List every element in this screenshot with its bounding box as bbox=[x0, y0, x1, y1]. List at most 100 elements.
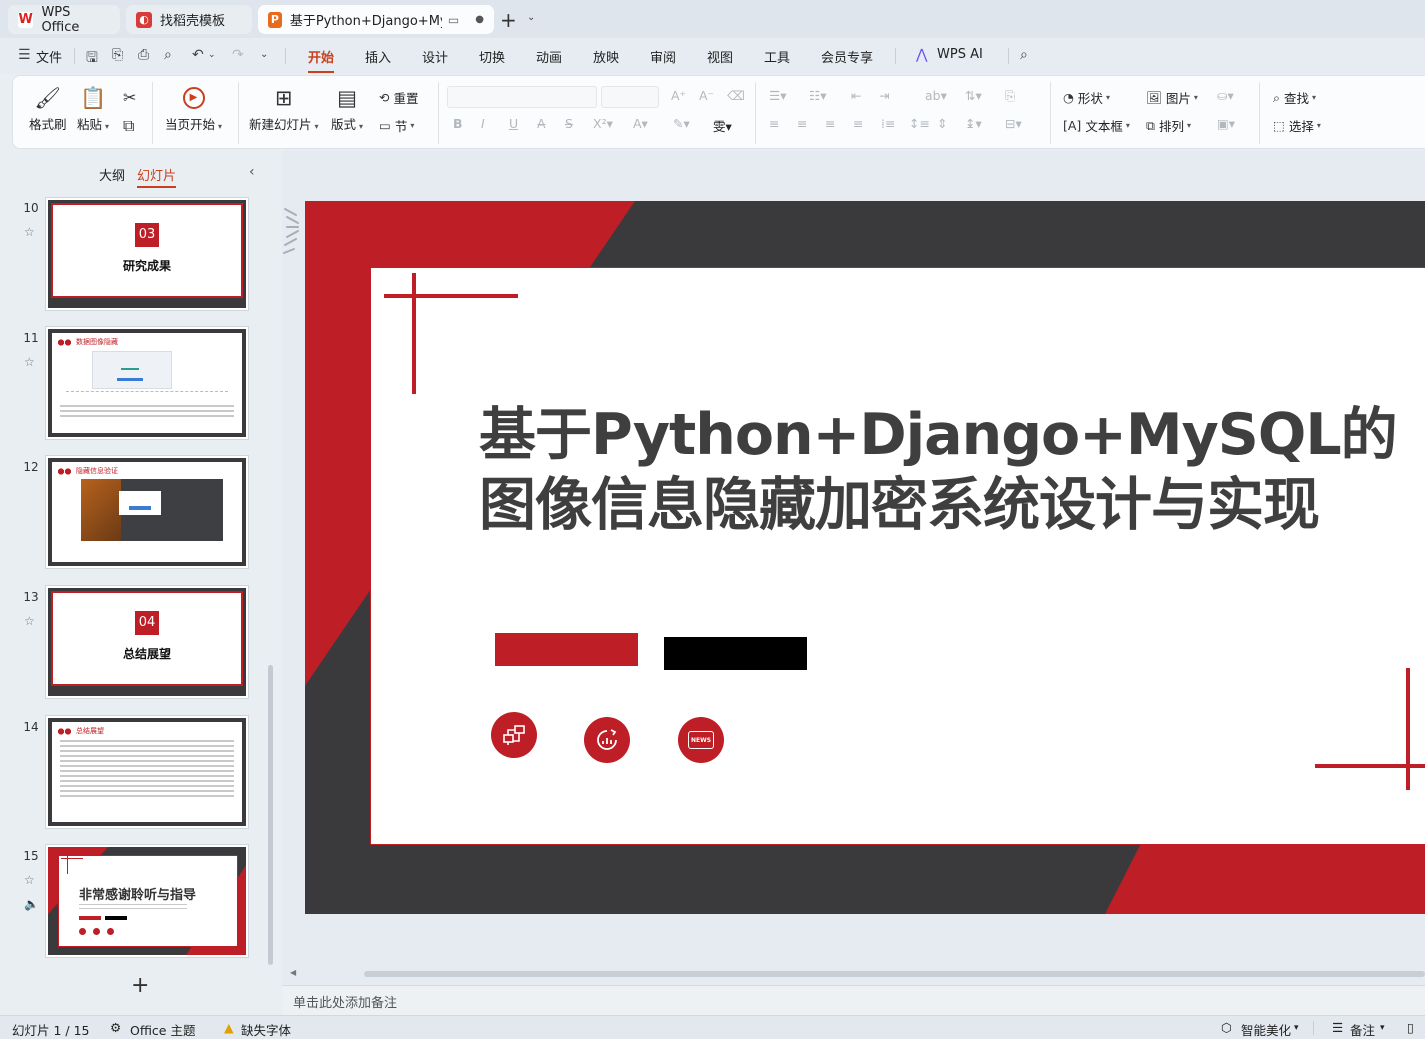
cut-button[interactable]: ✂ bbox=[123, 88, 136, 107]
slide-thumbnail-14[interactable]: 总结展望 bbox=[45, 715, 249, 829]
menu-transitions[interactable]: 切换 bbox=[479, 47, 505, 66]
hamburger-icon[interactable]: ☰ bbox=[18, 47, 31, 63]
save-icon[interactable]: 🖫 bbox=[86, 47, 98, 71]
font-size-combo[interactable] bbox=[601, 86, 659, 108]
canvas-horizontal-scrollbar[interactable] bbox=[364, 971, 1425, 977]
print-icon[interactable]: ⎙ bbox=[138, 47, 149, 63]
menu-file[interactable]: 文件 bbox=[36, 47, 62, 66]
picture-button[interactable]: 🖼 图片 ▾ bbox=[1146, 88, 1198, 107]
fill-icon[interactable]: ⛀▾ bbox=[1217, 88, 1234, 103]
convert-icon[interactable]: ⎘ bbox=[1005, 88, 1015, 104]
align-right-icon[interactable]: ≡ bbox=[825, 116, 835, 131]
increase-font-icon[interactable]: A⁺ bbox=[671, 88, 686, 103]
news-icon[interactable]: NEWS bbox=[678, 717, 724, 763]
arrange-button[interactable]: ⧉ 排列 ▾ bbox=[1146, 116, 1191, 135]
red-bar-shape[interactable] bbox=[495, 633, 638, 666]
justify-icon[interactable]: ≡ bbox=[853, 116, 863, 131]
panel-resize-handle[interactable] bbox=[282, 205, 302, 261]
normal-view-icon[interactable]: ▯ bbox=[1407, 1020, 1414, 1035]
tab-current-presentation[interactable]: P 基于Python+Django+MySQ ▭ ● bbox=[258, 5, 494, 34]
network-icon[interactable] bbox=[491, 712, 537, 758]
slide-thumbnail-13[interactable]: 04 总结展望 bbox=[45, 585, 249, 699]
export-icon[interactable]: ⎘ bbox=[112, 47, 123, 63]
missing-font-button[interactable]: 缺失字体 bbox=[241, 1020, 291, 1039]
textbox-button[interactable]: [A] 文本框 ▾ bbox=[1063, 116, 1130, 135]
shadow-text-icon[interactable]: S̶ bbox=[565, 116, 573, 131]
select-button[interactable]: ⬚ 选择 ▾ bbox=[1273, 116, 1321, 135]
menu-view[interactable]: 视图 bbox=[707, 47, 733, 66]
slide-thumbnail-12[interactable]: 隐藏信息验证 bbox=[45, 455, 249, 569]
current-slide[interactable]: 基于Python+Django+MySQL的 图像信息隐藏加密系统设计与实现 N… bbox=[305, 201, 1425, 914]
sound-icon[interactable]: 🔈 bbox=[24, 897, 39, 911]
notes-toggle-button[interactable]: 备注 bbox=[1350, 1020, 1375, 1039]
tab-slides[interactable]: 幻灯片 bbox=[137, 165, 177, 188]
highlight-icon[interactable]: ✎▾ bbox=[673, 116, 690, 131]
align-center-icon[interactable]: ≡ bbox=[797, 116, 807, 131]
underline-icon[interactable]: U bbox=[509, 116, 518, 131]
chart-icon[interactable] bbox=[584, 717, 630, 763]
menu-insert[interactable]: 插入 bbox=[365, 47, 391, 66]
text-direction-icon[interactable]: ab▾ bbox=[925, 88, 947, 103]
scroll-left-icon[interactable]: ◀ bbox=[290, 968, 296, 977]
distribute-icon[interactable]: ⁞≡ bbox=[881, 116, 895, 131]
strikethrough-icon[interactable]: A̶ bbox=[537, 116, 546, 131]
numbered-list-icon[interactable]: ☷▾ bbox=[809, 88, 826, 103]
menu-slideshow[interactable]: 放映 bbox=[593, 47, 619, 66]
slide-thumbnail-10[interactable]: 03 研究成果 bbox=[45, 197, 249, 311]
paste-button[interactable]: 📋 粘贴 ▾ bbox=[77, 84, 109, 133]
monitor-icon[interactable]: ▭ bbox=[448, 13, 459, 27]
outdent-icon[interactable]: ⇤ bbox=[851, 88, 861, 103]
star-icon[interactable]: ☆ bbox=[24, 614, 35, 628]
menu-design[interactable]: 设计 bbox=[422, 47, 448, 66]
print-preview-icon[interactable]: ⌕ bbox=[164, 47, 172, 63]
tab-list-chevron-icon[interactable]: ⌄ bbox=[527, 12, 535, 23]
menu-wps-ai[interactable]: WPS AI bbox=[937, 47, 983, 62]
menu-review[interactable]: 审阅 bbox=[650, 47, 676, 66]
close-tab-icon[interactable]: ● bbox=[475, 14, 484, 25]
find-button[interactable]: ⌕ 查找 ▾ bbox=[1273, 88, 1316, 107]
notes-pane[interactable]: 单击此处添加备注 bbox=[282, 985, 1425, 1015]
menu-tools[interactable]: 工具 bbox=[764, 47, 790, 66]
para-spacing-icon[interactable]: ⇕ bbox=[937, 116, 947, 131]
section-button[interactable]: ▭ 节 ▾ bbox=[379, 116, 414, 135]
format-painter-button[interactable]: 🖌 格式刷 bbox=[29, 84, 67, 133]
theme-name[interactable]: Office 主题 bbox=[130, 1020, 195, 1039]
align-left-icon[interactable]: ≡ bbox=[769, 116, 779, 131]
font-name-combo[interactable] bbox=[447, 86, 597, 108]
slide-thumbnail-11[interactable]: 数据图像隐藏 bbox=[45, 326, 249, 440]
sort-icon[interactable]: ⇅▾ bbox=[965, 88, 982, 103]
outline-icon[interactable]: ▣▾ bbox=[1217, 116, 1235, 131]
tab-docer-templates[interactable]: ◐ 找稻壳模板 bbox=[126, 5, 252, 34]
text-box-align-icon[interactable]: ⊟▾ bbox=[1005, 116, 1022, 131]
phonetic-icon[interactable]: 雯▾ bbox=[713, 116, 732, 135]
decrease-font-icon[interactable]: A⁻ bbox=[699, 88, 714, 103]
smart-beautify-button[interactable]: 智能美化 bbox=[1241, 1020, 1291, 1039]
new-tab-icon[interactable]: + bbox=[500, 8, 517, 32]
clear-format-icon[interactable]: ⌫ bbox=[727, 88, 745, 103]
bullet-list-icon[interactable]: ☰▾ bbox=[769, 88, 786, 103]
line-spacing-icon[interactable]: ↕≡ bbox=[909, 116, 930, 131]
menu-animations[interactable]: 动画 bbox=[536, 47, 562, 66]
menu-home[interactable]: 开始 bbox=[308, 47, 335, 73]
star-icon[interactable]: ☆ bbox=[24, 355, 35, 369]
indent-icon[interactable]: ⇥ bbox=[879, 88, 889, 103]
menu-membership[interactable]: 会员专享 bbox=[821, 47, 873, 66]
collapse-panel-icon[interactable]: ‹ bbox=[249, 164, 255, 180]
panel-scrollbar[interactable] bbox=[268, 665, 273, 965]
superscript-icon[interactable]: X²▾ bbox=[593, 116, 613, 131]
bold-icon[interactable]: B bbox=[453, 116, 463, 131]
smart-beautify-chevron-icon[interactable]: ▾ bbox=[1294, 1023, 1299, 1033]
slide-title[interactable]: 基于Python+Django+MySQL的 图像信息隐藏加密系统设计与实现 bbox=[479, 400, 1398, 540]
new-slide-button[interactable]: ⊞ 新建幻灯片 ▾ bbox=[249, 84, 319, 133]
copy-button[interactable]: ⧉ bbox=[123, 116, 134, 136]
font-color-icon[interactable]: A▾ bbox=[633, 116, 648, 131]
start-from-current-button[interactable]: ▶ 当页开始 ▾ bbox=[165, 84, 222, 133]
more-chevron-icon[interactable]: ⌄ bbox=[260, 49, 268, 60]
layout-button[interactable]: ▤ 版式 ▾ bbox=[331, 84, 363, 133]
add-slide-button[interactable]: + bbox=[131, 973, 149, 998]
reset-button[interactable]: ⟲ 重置 bbox=[379, 88, 419, 107]
italic-icon[interactable]: I bbox=[481, 116, 485, 131]
wps-ai-icon[interactable]: ⋀ bbox=[916, 47, 927, 63]
tab-wps-office[interactable]: W WPS Office bbox=[8, 5, 120, 35]
column-icon[interactable]: ↨▾ bbox=[965, 116, 982, 131]
